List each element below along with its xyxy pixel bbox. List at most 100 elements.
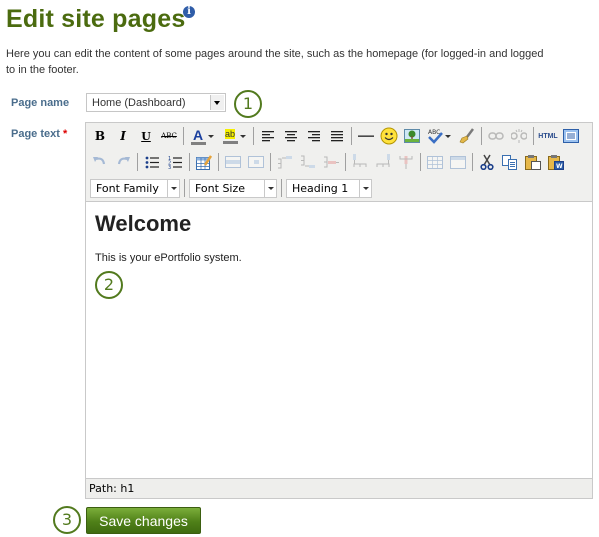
align-right-icon: [308, 131, 320, 142]
fullscreen-icon: [563, 129, 579, 143]
cell-properties-icon: [248, 156, 264, 168]
align-justify-icon: [331, 131, 343, 142]
paste-word-button[interactable]: W: [546, 152, 566, 172]
align-right-button[interactable]: [304, 126, 324, 146]
highlight-icon: ab: [224, 128, 235, 139]
text-color-button[interactable]: A: [188, 126, 208, 146]
link-button[interactable]: [486, 126, 506, 146]
info-icon[interactable]: i: [183, 6, 195, 18]
dropdown-arrow-icon[interactable]: [210, 95, 224, 110]
paste-word-icon: W: [548, 155, 564, 170]
strikethrough-button[interactable]: ABC: [159, 126, 179, 146]
editor-content-area[interactable]: Welcome This is your ePortfolio system.: [86, 202, 592, 479]
content-heading[interactable]: Welcome: [95, 211, 191, 237]
table-icon: [196, 154, 212, 170]
highlight-color-button[interactable]: ab: [220, 126, 240, 146]
insert-col-before-button[interactable]: [350, 152, 370, 172]
svg-text:3: 3: [168, 165, 171, 169]
redo-button[interactable]: [113, 152, 133, 172]
delete-row-icon: [324, 156, 339, 168]
spellcheck-icon: ABC: [428, 129, 443, 144]
emoticons-button[interactable]: [379, 126, 399, 146]
toolbar-separator: [472, 153, 473, 171]
description-line-2: to in the footer.: [6, 64, 79, 76]
bullet-list-button[interactable]: [142, 152, 162, 172]
align-center-icon: [285, 131, 297, 142]
insert-row-after-button[interactable]: [298, 152, 318, 172]
delete-col-button[interactable]: [396, 152, 416, 172]
toolbar-separator: [184, 179, 185, 197]
format-select[interactable]: Heading 1: [286, 178, 372, 198]
font-family-value: Font Family: [96, 181, 159, 195]
toolbar-separator: [533, 127, 534, 145]
toolbar-separator: [351, 127, 352, 145]
page-name-label: Page name: [11, 97, 70, 109]
bullet-list-icon: [145, 156, 159, 168]
align-justify-button[interactable]: [327, 126, 347, 146]
cell-properties-button[interactable]: [246, 152, 266, 172]
format-arrow-icon[interactable]: [359, 179, 371, 197]
format-value: Heading 1: [292, 181, 349, 195]
undo-button[interactable]: [90, 152, 110, 172]
required-marker: *: [62, 128, 68, 140]
fullscreen-button[interactable]: [561, 126, 581, 146]
spellcheck-dropdown[interactable]: [445, 126, 453, 146]
html-source-button[interactable]: HTML: [538, 126, 558, 146]
font-size-arrow-icon[interactable]: [264, 179, 276, 197]
editor-path-bar: Path: h1: [86, 478, 592, 498]
delete-row-button[interactable]: [321, 152, 341, 172]
unlink-button[interactable]: [509, 126, 529, 146]
numbered-list-button[interactable]: 123: [165, 152, 185, 172]
font-size-select[interactable]: Font Size: [189, 178, 277, 198]
spellcheck-button[interactable]: ABC: [425, 126, 445, 146]
horizontal-rule-button[interactable]: [356, 126, 376, 146]
paste-button[interactable]: [523, 152, 543, 172]
cleanup-button[interactable]: [457, 126, 477, 146]
italic-button[interactable]: I: [113, 126, 133, 146]
page-name-select[interactable]: Home (Dashboard): [86, 93, 226, 112]
link-icon: [488, 132, 504, 140]
insert-col-after-button[interactable]: [373, 152, 393, 172]
align-left-button[interactable]: [258, 126, 278, 146]
svg-text:ABC: ABC: [428, 129, 440, 136]
text-color-dropdown[interactable]: [208, 126, 216, 146]
insert-image-button[interactable]: [402, 126, 422, 146]
split-cells-button[interactable]: [425, 152, 445, 172]
html-icon: HTML: [538, 132, 558, 140]
insert-col-after-icon: [376, 154, 390, 167]
row-properties-button[interactable]: [223, 152, 243, 172]
align-center-button[interactable]: [281, 126, 301, 146]
insert-table-button[interactable]: [194, 152, 214, 172]
bold-button[interactable]: B: [90, 126, 110, 146]
cut-button[interactable]: [477, 152, 497, 172]
unlink-icon: [511, 129, 527, 143]
toolbar-separator: [218, 153, 219, 171]
horizontal-rule-icon: [358, 135, 374, 137]
copy-button[interactable]: [500, 152, 520, 172]
insert-row-before-button[interactable]: [275, 152, 295, 172]
redo-icon: [117, 157, 130, 165]
strikethrough-icon: ABC: [161, 132, 177, 140]
toolbar-separator: [345, 153, 346, 171]
font-family-select[interactable]: Font Family: [90, 178, 180, 198]
page-text-label: Page text *: [11, 128, 67, 140]
delete-col-icon: [399, 156, 413, 169]
bold-icon: B: [94, 129, 106, 143]
insert-row-after-icon: [301, 155, 315, 168]
highlight-dropdown[interactable]: [240, 126, 248, 146]
toolbar-separator: [481, 127, 482, 145]
merge-cells-button[interactable]: [448, 152, 468, 172]
font-family-arrow-icon[interactable]: [167, 179, 179, 197]
save-changes-button[interactable]: Save changes: [86, 507, 201, 534]
underline-button[interactable]: U: [136, 126, 156, 146]
content-paragraph[interactable]: This is your ePortfolio system.: [95, 252, 242, 264]
page-title: Edit site pages: [6, 5, 186, 33]
insert-row-before-icon: [278, 156, 292, 169]
text-color-icon: A: [192, 126, 204, 143]
underline-icon: U: [141, 129, 151, 143]
cleanup-brush-icon: [459, 128, 474, 144]
toolbar-separator: [183, 127, 184, 145]
split-cells-icon: [427, 155, 443, 169]
insert-col-before-icon: [353, 154, 367, 167]
merge-cells-icon: [450, 155, 466, 169]
